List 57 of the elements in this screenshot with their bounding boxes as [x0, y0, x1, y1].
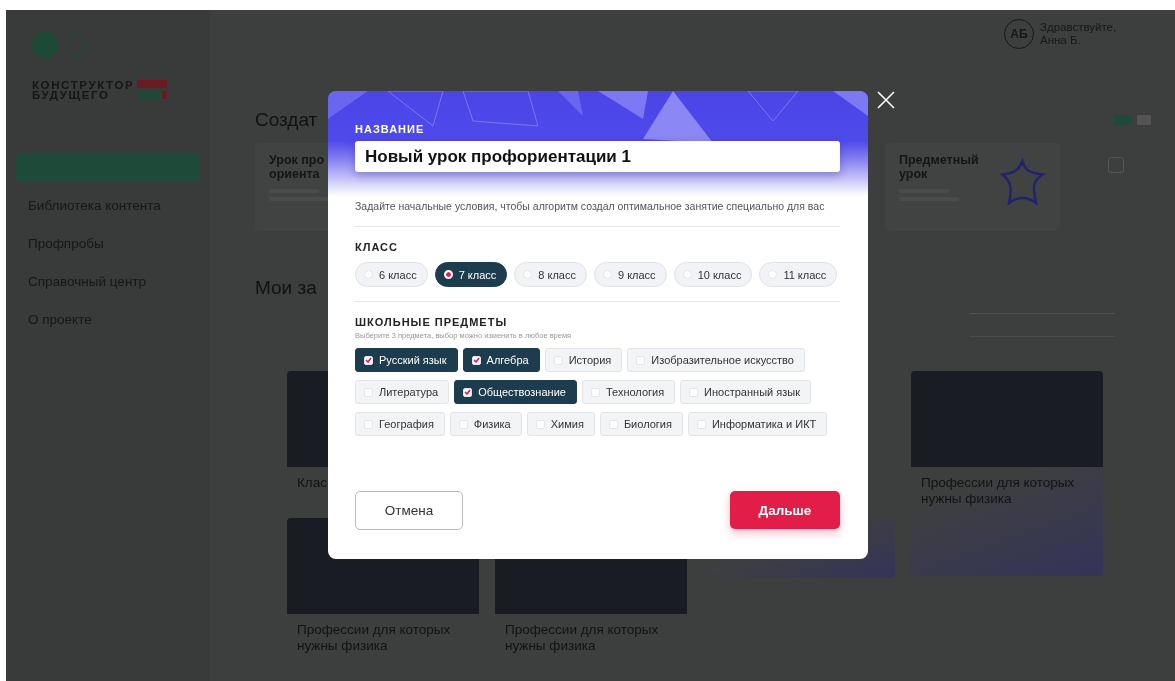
subject-option[interactable]: Биология [599, 412, 683, 436]
add-icon[interactable] [1108, 157, 1124, 173]
subject-label: Химия [550, 418, 584, 430]
subject-label: Русский язык [379, 354, 447, 366]
subject-option[interactable]: Иностранный язык [680, 380, 811, 404]
subject-label: Литература [379, 386, 439, 398]
grade-label: 7 класс [458, 268, 497, 281]
flag-icon [137, 80, 168, 100]
subject-option[interactable]: Изобразительное искусство [627, 348, 805, 372]
grade-label: 10 класс [697, 268, 742, 281]
grade-option[interactable]: 7 класс [434, 262, 508, 287]
grade-option[interactable]: 10 класс [673, 262, 753, 287]
subject-option[interactable]: Алгебра [462, 348, 540, 372]
grade-label: 9 класс [617, 268, 656, 281]
field-label: НАЗВАНИЕ [355, 123, 426, 135]
subject-option[interactable]: Технология [581, 380, 676, 404]
subject-option[interactable]: История [544, 348, 623, 372]
section-label: КЛАСС [355, 241, 399, 253]
subject-label: Информатика и ИКТ [711, 418, 817, 430]
radio-icon [523, 270, 533, 279]
subject-label: История [568, 354, 612, 366]
grade-label: 8 класс [538, 268, 576, 281]
name-input[interactable]: Новый урок профориентации 1 [355, 141, 840, 172]
nav-item[interactable] [16, 153, 200, 181]
radio-icon [443, 270, 453, 279]
subject-option[interactable]: География [355, 412, 445, 436]
subject-label: География [379, 418, 434, 430]
grade-option[interactable]: 9 класс [593, 262, 667, 287]
subject-option[interactable]: Литература [355, 380, 450, 404]
subject-option[interactable]: Обществознание [454, 380, 577, 404]
subject-label: Биология [623, 418, 672, 430]
grade-option[interactable]: 6 класс [355, 262, 428, 287]
subject-label: Физика [473, 418, 511, 430]
grade-option[interactable]: 8 класс [514, 262, 587, 287]
cancel-button[interactable]: Отмена [355, 491, 463, 530]
subject-label: Алгебра [486, 354, 529, 366]
subject-option[interactable]: Физика [449, 412, 522, 436]
grade-label: 6 класс [379, 268, 417, 281]
logo-circle-icon [32, 32, 58, 58]
subject-option[interactable]: Информатика и ИКТ [687, 412, 828, 436]
next-button[interactable]: Дальше [730, 491, 840, 529]
grade-label: 11 класс [783, 268, 827, 281]
subject-label: Изобразительное искусство [651, 354, 794, 366]
subject-option[interactable]: Химия [526, 412, 595, 436]
list-view-icon[interactable] [1137, 115, 1151, 125]
close-icon[interactable] [877, 91, 895, 109]
grid-view-icon[interactable] [1114, 115, 1132, 125]
radio-icon [682, 270, 692, 279]
subject-label: Иностранный язык [704, 386, 800, 398]
grade-option[interactable]: 11 класс [759, 262, 838, 287]
section-label: ШКОЛЬНЫЕ ПРЕДМЕТЫ [355, 316, 509, 328]
subject-option[interactable]: Русский язык [355, 348, 458, 372]
subject-label: Технология [605, 386, 665, 398]
subject-label: Обществознание [478, 386, 566, 398]
radio-icon [364, 270, 373, 279]
radio-icon [602, 270, 612, 279]
radio-icon [768, 270, 778, 279]
